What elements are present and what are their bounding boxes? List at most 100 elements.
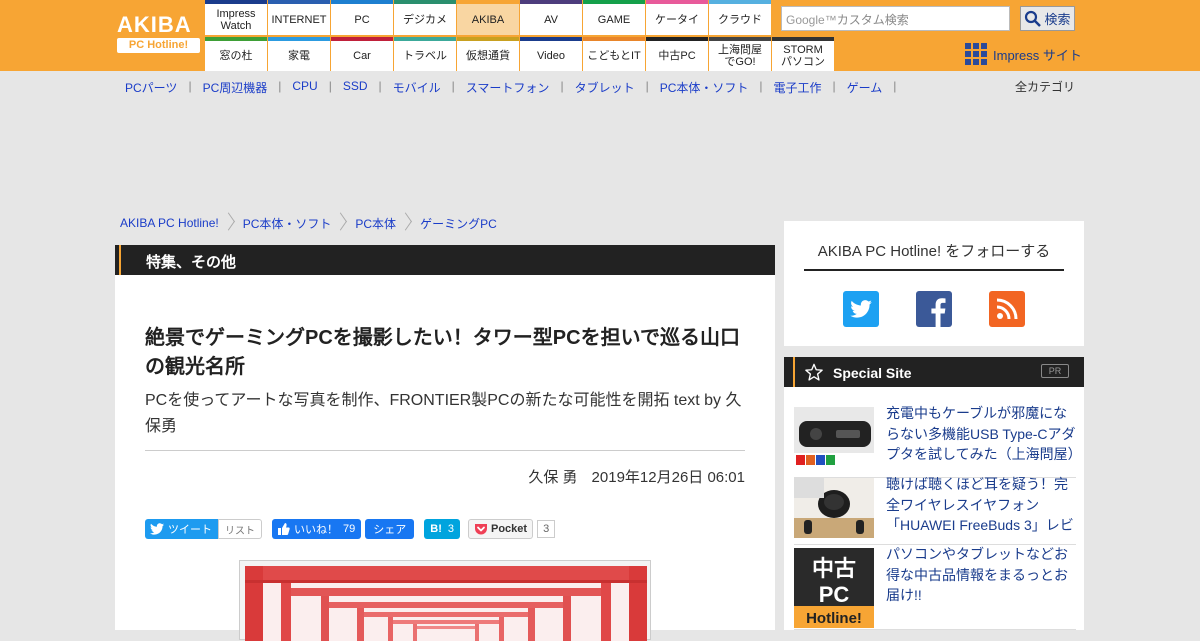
nav-bottom-2[interactable]: Car (331, 37, 393, 71)
category-separator: | (893, 79, 897, 93)
hatena-icon: B! (430, 523, 442, 535)
impress-sites-label: Impress サイト (993, 47, 1082, 63)
grid-icon (965, 43, 987, 65)
special-item-text: パソコンやタブレットなどお得な中古品情報をまるっとお届け!! (886, 546, 1068, 603)
nav-bottom-4[interactable]: 仮想通貨 (457, 37, 519, 71)
category-link-0[interactable]: PCパーツ (125, 79, 177, 96)
nav-bottom-0[interactable]: 窓の杜 (205, 37, 267, 71)
category-separator: | (278, 79, 282, 93)
category-link-3[interactable]: SSD (343, 79, 368, 96)
chevron-right-icon (402, 212, 410, 234)
special-site-header: Special Site PR (784, 357, 1084, 387)
nav-top-4[interactable]: AKIBA (457, 0, 519, 35)
category-link-7[interactable]: PC本体・ソフト (660, 79, 749, 96)
site-header: AKIBA PC Hotline! Impress Watch INTERNET PC… (0, 0, 1200, 71)
impress-sites-link[interactable]: Impress サイト (965, 42, 1082, 66)
svg-text:PC: PC (819, 582, 850, 607)
special-item-used-pc[interactable]: 中古 PC Hotline! パソコンやタブレットなどお得な中古品情報をまるっと… (794, 544, 1076, 630)
nav-bottom-6[interactable]: こどもとIT (583, 37, 645, 71)
nav-top-1[interactable]: INTERNET (268, 0, 330, 35)
breadcrumb-item-0[interactable]: AKIBA PC Hotline! (120, 216, 219, 230)
follow-title: AKIBA PC Hotline! をフォローする (804, 240, 1064, 271)
article-subtitle: PCを使ってアートな写真を制作、FRONTIER製PCの新たな可能性を開拓 te… (145, 392, 742, 435)
nav-top-2[interactable]: PC (331, 0, 393, 35)
category-link-9[interactable]: ゲーム (847, 79, 883, 96)
logo-sub: PC Hotline! (117, 38, 200, 53)
category-separator: | (378, 79, 382, 93)
tweet-button[interactable]: ツイート (145, 519, 218, 539)
category-separator: | (328, 79, 332, 93)
like-label: いいね！ (294, 524, 338, 536)
hatena-bookmark-button[interactable]: B! 3 (424, 519, 460, 539)
nav-top-8[interactable]: クラウド (709, 0, 771, 35)
nav-bottom-7[interactable]: 中古PC (646, 37, 708, 71)
rss-feed-button[interactable] (989, 291, 1025, 327)
search-icon (1025, 10, 1042, 27)
search-button[interactable]: 検索 (1020, 6, 1075, 31)
article-author: 久保 勇 (528, 469, 578, 486)
thumb-used-pc-hotline: 中古 PC Hotline! (794, 548, 874, 628)
facebook-like-button[interactable]: いいね！ 79 (272, 519, 362, 539)
chevron-right-icon (225, 212, 233, 234)
section-accent (119, 245, 121, 275)
breadcrumb-item-1[interactable]: PC本体・ソフト (243, 215, 332, 232)
twitter-icon (850, 300, 872, 318)
nav-top-7[interactable]: ケータイ (646, 0, 708, 35)
article-photo-frame (239, 560, 651, 641)
facebook-share-button[interactable]: シェア (365, 519, 415, 539)
category-link-5[interactable]: スマートフォン (466, 79, 550, 96)
category-separator: | (451, 79, 455, 93)
category-separator: | (645, 79, 649, 93)
category-nav: PCパーツ | PC周辺機器 | CPU | SSD | モバイル | スマートフォン | タブレット |… (125, 79, 907, 96)
special-site-list: 充電中もケーブルが邪魔にならない多機能USB Type-Cアダプタを試してみた（… (784, 387, 1084, 630)
nav-top-6[interactable]: GAME (583, 0, 645, 35)
search-button-label: 検索 (1044, 12, 1071, 27)
all-categories-link[interactable]: 全カテゴリ (1015, 78, 1075, 95)
nav-top-0[interactable]: Impress Watch (205, 0, 267, 35)
breadcrumb-item-2[interactable]: PC本体 (355, 215, 396, 232)
category-separator: | (560, 79, 564, 93)
social-buttons: ツイート リスト いいね！ 79 シェア B! 3 Pocket 3 (145, 519, 556, 539)
twitter-follow-button[interactable] (843, 291, 879, 327)
like-count: 79 (343, 523, 356, 535)
divider (145, 450, 745, 451)
thumb-earphones (794, 478, 874, 538)
article-title: 絶景でゲーミングPCを撮影したい！タワー型PCを担いで巡る山口の観光名所 (145, 327, 740, 378)
pocket-button[interactable]: Pocket (467, 519, 534, 539)
nav-bottom-5[interactable]: Video (520, 37, 582, 71)
hatena-count: 3 (447, 523, 454, 535)
special-site-title: Special Site (833, 365, 912, 381)
chevron-right-icon (337, 212, 345, 234)
special-item-usb-adapter[interactable]: 充電中もケーブルが邪魔にならない多機能USB Type-Cアダプタを試してみた（… (794, 403, 1076, 478)
nav-bottom-8[interactable]: 上海問屋 でGO! (709, 37, 771, 71)
nav-bottom-9[interactable]: STORM パソコン (772, 37, 834, 71)
breadcrumb: AKIBA PC Hotline! PC本体・ソフト PC本体 ゲーミングPC (120, 211, 497, 235)
search-input[interactable]: Google™カスタム検索 (781, 6, 1010, 31)
rss-icon (996, 298, 1018, 320)
svg-text:中古: 中古 (812, 556, 856, 581)
category-link-4[interactable]: モバイル (393, 79, 441, 96)
nav-bottom-3[interactable]: トラベル (394, 37, 456, 71)
nav-top-5[interactable]: AV (520, 0, 582, 35)
special-item-huawei-freebuds[interactable]: 聴けば聴くほど耳を疑う！完全ワイヤレスイヤフォン「HUAWEI FreeBuds… (794, 474, 1076, 545)
thumb-usb-adapter (794, 407, 874, 467)
nav-top-3[interactable]: デジカメ (394, 0, 456, 35)
site-logo[interactable]: AKIBA PC Hotline! (117, 13, 200, 55)
breadcrumb-item-3[interactable]: ゲーミングPC (420, 215, 497, 232)
section-title: 特集、その他 (146, 254, 237, 271)
special-accent (793, 357, 795, 387)
facebook-follow-button[interactable] (916, 291, 952, 327)
article-meta: 久保 勇 2019年12月26日 06:01 (514, 466, 745, 487)
nav-bottom-1[interactable]: 家電 (268, 37, 330, 71)
category-link-6[interactable]: タブレット (575, 79, 635, 96)
category-link-2[interactable]: CPU (292, 79, 317, 96)
special-item-text: 充電中もケーブルが邪魔にならない多機能USB Type-Cアダプタを試してみた（… (886, 405, 1076, 462)
category-link-8[interactable]: 電子工作 (774, 79, 822, 96)
category-separator: | (759, 79, 763, 93)
twitter-list-button[interactable]: リスト (218, 519, 262, 539)
follow-widget: AKIBA PC Hotline! をフォローする (784, 221, 1084, 346)
star-icon (805, 363, 823, 381)
thumbs-up-icon (278, 523, 290, 535)
category-link-1[interactable]: PC周辺機器 (203, 79, 268, 96)
special-item-text: 聴けば聴くほど耳を疑う！完全ワイヤレスイヤフォン「HUAWEI FreeBuds… (886, 476, 1074, 533)
